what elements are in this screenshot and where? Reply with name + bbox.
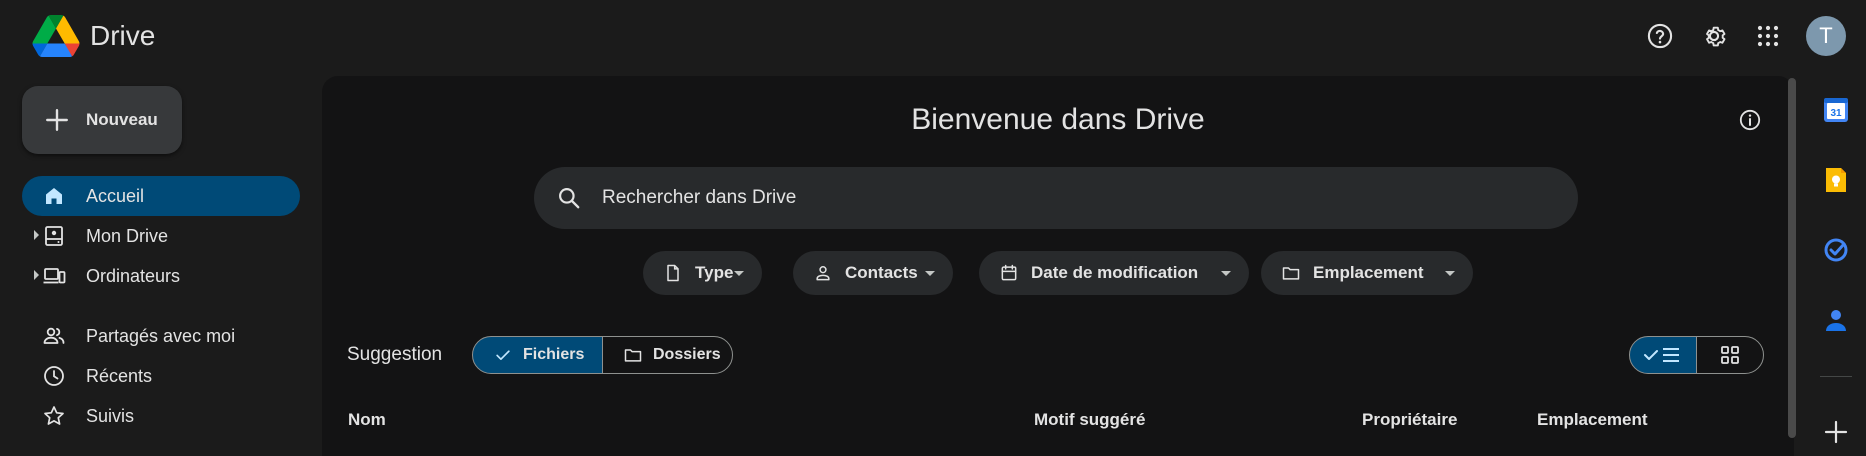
app-title: Drive bbox=[90, 20, 156, 51]
filter-chip-date[interactable]: Date de modification bbox=[979, 251, 1249, 295]
sidebar-item-home[interactable]: Accueil bbox=[22, 176, 300, 216]
filter-chip-contacts[interactable]: Contacts bbox=[793, 251, 953, 295]
calendar-icon bbox=[1001, 264, 1017, 281]
expand-caret-icon[interactable] bbox=[34, 270, 39, 280]
column-header-name[interactable]: Nom bbox=[348, 410, 386, 430]
sidebar-item-label: Accueil bbox=[86, 186, 145, 206]
contacts-app-icon[interactable] bbox=[1822, 306, 1850, 334]
sidebar-item-label: Suivis bbox=[86, 406, 135, 426]
main-panel: Bienvenue dans Drive Type Contacts Date … bbox=[322, 76, 1794, 456]
filter-chip-label: Emplacement bbox=[1313, 263, 1424, 282]
computers-icon bbox=[43, 268, 66, 284]
plus-icon bbox=[46, 109, 68, 131]
search-input[interactable] bbox=[600, 186, 1504, 210]
help-icon[interactable] bbox=[1638, 14, 1682, 58]
drive-logo-icon[interactable] bbox=[32, 15, 80, 57]
top-bar: Drive T bbox=[0, 0, 1866, 72]
sidebar-item-recent[interactable]: Récents bbox=[22, 356, 300, 396]
star-icon bbox=[44, 406, 64, 425]
expand-caret-icon[interactable] bbox=[34, 230, 39, 240]
column-header-reason[interactable]: Motif suggéré bbox=[1034, 410, 1145, 430]
filter-chip-label: Type bbox=[695, 263, 734, 282]
tasks-app-icon[interactable] bbox=[1822, 236, 1850, 264]
keep-app-icon[interactable] bbox=[1822, 166, 1850, 194]
add-icon[interactable] bbox=[1822, 418, 1850, 446]
chevron-down-icon bbox=[925, 270, 935, 276]
chevron-down-icon bbox=[1445, 270, 1455, 276]
sidebar-item-computers[interactable]: Ordinateurs bbox=[22, 256, 300, 296]
sidebar-item-starred[interactable]: Suivis bbox=[22, 396, 300, 436]
folders-toggle-label: Dossiers bbox=[653, 346, 721, 363]
files-toggle-label: Fichiers bbox=[523, 346, 585, 363]
chevron-down-icon bbox=[734, 270, 744, 276]
folders-toggle-button[interactable]: Dossiers bbox=[602, 336, 733, 374]
check-list-icon bbox=[1644, 348, 1679, 362]
my-drive-icon bbox=[45, 226, 63, 246]
sidebar-item-label: Ordinateurs bbox=[86, 266, 181, 286]
main-scrollbar[interactable] bbox=[1788, 78, 1796, 438]
search-icon[interactable] bbox=[556, 185, 582, 211]
clock-icon bbox=[44, 366, 64, 386]
grid-icon bbox=[1721, 346, 1739, 364]
column-header-owner[interactable]: Propriétaire bbox=[1362, 410, 1457, 430]
sidebar-item-my-drive[interactable]: Mon Drive bbox=[22, 216, 300, 256]
suggestion-label: Suggestion bbox=[347, 344, 443, 365]
sidebar-item-label: Mon Drive bbox=[86, 226, 169, 246]
grid-view-button[interactable] bbox=[1696, 336, 1764, 374]
calendar-day-text: 31 bbox=[1830, 108, 1842, 119]
filter-chip-type[interactable]: Type bbox=[643, 251, 762, 295]
sidebar-item-shared[interactable]: Partagés avec moi bbox=[22, 316, 300, 356]
rail-divider bbox=[1820, 376, 1852, 377]
page-title: Bienvenue dans Drive bbox=[911, 103, 1205, 136]
file-icon bbox=[667, 264, 679, 282]
filter-chip-location[interactable]: Emplacement bbox=[1261, 251, 1473, 295]
avatar[interactable]: T bbox=[1806, 16, 1846, 56]
folder-icon bbox=[1282, 267, 1300, 280]
folder-icon bbox=[624, 349, 642, 362]
calendar-app-icon[interactable]: 31 bbox=[1822, 96, 1850, 124]
info-icon[interactable] bbox=[1738, 108, 1762, 132]
home-icon bbox=[46, 188, 62, 204]
apps-grid-icon[interactable] bbox=[1746, 14, 1790, 58]
filter-chip-label: Contacts bbox=[845, 263, 918, 282]
new-button-label: Nouveau bbox=[86, 110, 158, 129]
sidebar-item-label: Récents bbox=[86, 366, 153, 386]
files-toggle-button[interactable]: Fichiers bbox=[472, 336, 603, 374]
shared-icon bbox=[43, 327, 65, 344]
sidebar-item-label: Partagés avec moi bbox=[86, 326, 236, 346]
list-view-button[interactable] bbox=[1629, 336, 1697, 374]
filter-chip-label: Date de modification bbox=[1031, 263, 1199, 282]
search-bar[interactable] bbox=[534, 167, 1578, 229]
chevron-down-icon bbox=[1221, 270, 1231, 276]
check-icon bbox=[496, 350, 510, 360]
gear-icon[interactable] bbox=[1692, 14, 1736, 58]
person-icon bbox=[816, 266, 830, 281]
new-button[interactable]: Nouveau bbox=[22, 86, 182, 154]
column-header-location[interactable]: Emplacement bbox=[1537, 410, 1648, 430]
